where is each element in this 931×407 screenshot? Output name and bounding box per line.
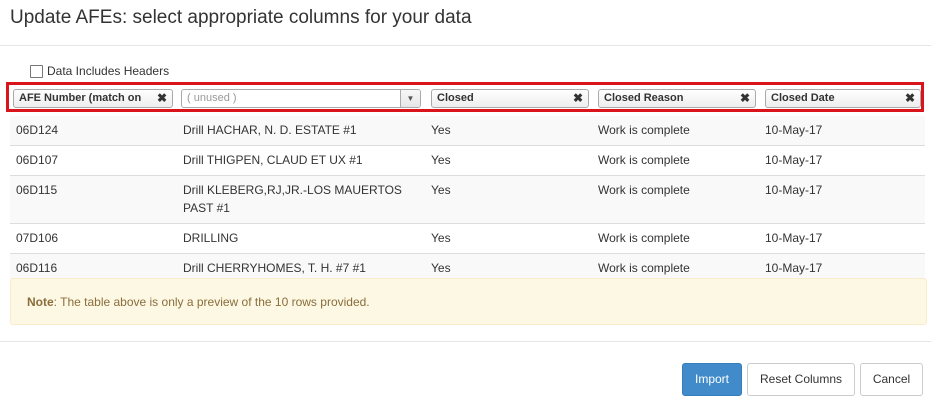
cell-closed: Yes [425, 175, 592, 224]
cell-closed: Yes [425, 145, 592, 176]
chevron-down-icon[interactable]: ▼ [400, 90, 420, 107]
cell-afe: 06D124 [10, 116, 177, 146]
cell-closed-reason: Work is complete [592, 145, 759, 176]
cell-description: Drill THIGPEN, CLAUD ET UX #1 [177, 145, 425, 176]
cell-closed-date: 10-May-17 [759, 175, 925, 224]
table-row: 06D107 Drill THIGPEN, CLAUD ET UX #1 Yes… [10, 145, 925, 176]
dialog-title: Update AFEs: select appropriate columns … [10, 7, 472, 28]
cell-closed: Yes [425, 223, 592, 254]
column-select-closed[interactable]: Closed ✖ [431, 89, 589, 108]
table-row: 06D115 Drill KLEBERG,RJ,JR.-LOS MAUERTOS… [10, 175, 925, 224]
cell-closed-date: 10-May-17 [759, 223, 925, 254]
clear-icon[interactable]: ✖ [152, 90, 172, 107]
cell-afe: 06D115 [10, 175, 177, 224]
headers-checkbox-row[interactable]: Data Includes Headers [30, 64, 169, 78]
headers-checkbox[interactable] [30, 64, 43, 78]
column-select-label: Closed [437, 92, 474, 104]
table-row: 07D106 DRILLING Yes Work is complete 10-… [10, 223, 925, 254]
cell-description: Drill KLEBERG,RJ,JR.-LOS MAUERTOS PAST #… [177, 175, 425, 224]
column-select-closed-reason[interactable]: Closed Reason ✖ [598, 89, 756, 108]
reset-columns-button[interactable]: Reset Columns [747, 363, 855, 396]
cell-closed-reason: Work is complete [592, 223, 759, 254]
column-select-afe-number[interactable]: AFE Number (match on ✖ [13, 89, 173, 108]
clear-icon[interactable]: ✖ [568, 90, 588, 107]
dialog-body: Data Includes Headers AFE Number (match … [0, 46, 931, 341]
cell-closed-date: 10-May-17 [759, 116, 925, 146]
column-select-label: Closed Reason [604, 92, 684, 104]
cell-description: Drill HACHAR, N. D. ESTATE #1 [177, 116, 425, 146]
clear-icon[interactable]: ✖ [900, 90, 920, 107]
column-select-closed-date[interactable]: Closed Date ✖ [765, 89, 921, 108]
cell-closed: Yes [425, 116, 592, 146]
cell-closed-reason: Work is complete [592, 175, 759, 224]
column-select-label: ( unused ) [187, 92, 237, 104]
preview-table: 06D124 Drill HACHAR, N. D. ESTATE #1 Yes… [10, 116, 925, 283]
cell-afe: 06D107 [10, 145, 177, 176]
cell-closed-date: 10-May-17 [759, 145, 925, 176]
column-select-unused[interactable]: ( unused ) ▼ [181, 89, 421, 108]
dialog-footer: Import Reset Columns Cancel [0, 341, 931, 407]
preview-note: Note: The table above is only a preview … [10, 278, 927, 325]
cancel-button[interactable]: Cancel [860, 363, 923, 396]
dialog-header: Update AFEs: select appropriate columns … [0, 0, 931, 46]
cell-description: DRILLING [177, 223, 425, 254]
cell-afe: 07D106 [10, 223, 177, 254]
cell-closed-reason: Work is complete [592, 116, 759, 146]
headers-checkbox-label: Data Includes Headers [47, 64, 170, 78]
clear-icon[interactable]: ✖ [735, 90, 755, 107]
table-row: 06D124 Drill HACHAR, N. D. ESTATE #1 Yes… [10, 116, 925, 146]
column-select-label: AFE Number (match on [19, 92, 142, 104]
column-select-label: Closed Date [771, 92, 835, 104]
note-text: : The table above is only a preview of t… [53, 295, 370, 309]
column-mapping-row: AFE Number (match on ✖ ( unused ) ▼ Clos… [6, 82, 924, 112]
note-label: Note [27, 295, 54, 309]
import-button[interactable]: Import [682, 363, 742, 396]
